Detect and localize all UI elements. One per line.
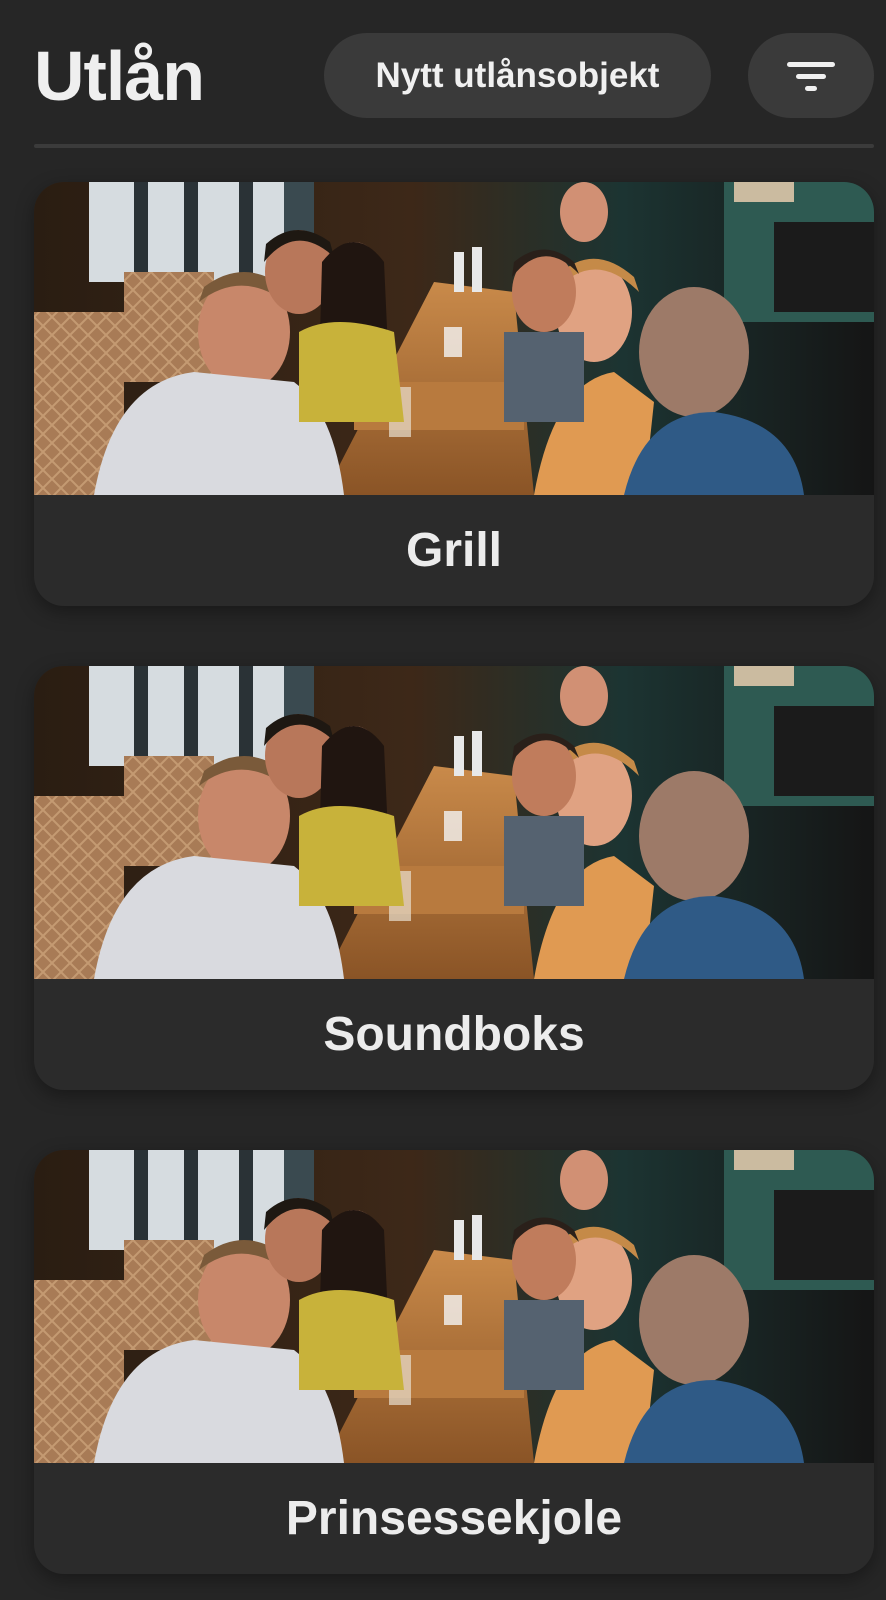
loan-item-image [34, 182, 874, 495]
new-loan-item-button[interactable]: Nytt utlånsobjekt [324, 33, 711, 118]
loans-screen: Utlån Nytt utlånsobjekt Grill Soundboks … [0, 0, 886, 1600]
loan-item-label: Prinsessekjole [285, 1492, 623, 1545]
header-divider [34, 144, 874, 148]
filter-button[interactable] [748, 33, 874, 118]
header: Utlån Nytt utlånsobjekt [0, 0, 886, 150]
loan-item-image [34, 666, 874, 979]
loan-item-card[interactable]: Soundboks [34, 666, 874, 1090]
filter-icon [787, 61, 835, 91]
loan-item-image [34, 1150, 874, 1463]
loan-item-label: Grill [405, 524, 503, 577]
loan-item-card[interactable]: Grill [34, 182, 874, 606]
loan-item-card[interactable]: Prinsessekjole [34, 1150, 874, 1574]
loan-item-label: Soundboks [323, 1008, 585, 1061]
page-title: Utlån [34, 37, 205, 115]
